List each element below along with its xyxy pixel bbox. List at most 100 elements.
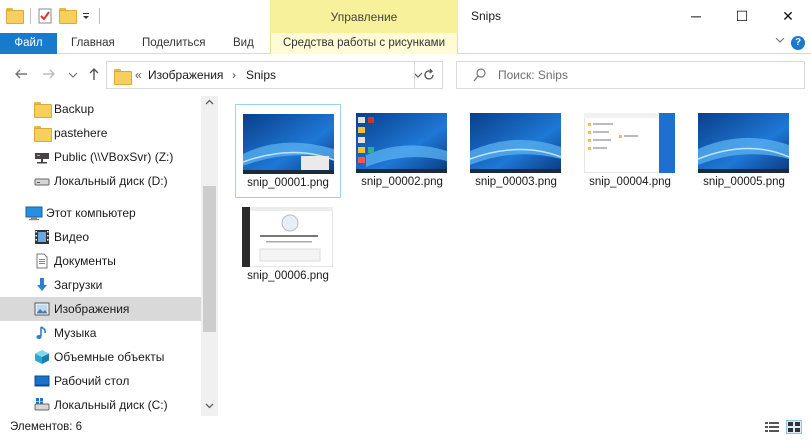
file-list: snip_00001.png snip_00002.png snip_00003…	[219, 96, 811, 416]
details-view-icon[interactable]	[764, 420, 780, 434]
sidebar-item-downloads[interactable]: Загрузки	[0, 273, 201, 297]
file-tile[interactable]: snip_00006.png	[235, 198, 341, 292]
sidebar-item-label: Документы	[54, 254, 116, 268]
sidebar-item-label: Рабочий стол	[54, 374, 130, 388]
sidebar-item-label: Музыка	[54, 326, 97, 340]
file-thumbnail	[242, 207, 333, 267]
documents-icon	[34, 253, 50, 269]
status-bar: Элементов: 6	[0, 416, 811, 440]
help-icon[interactable]: ?	[791, 36, 805, 50]
toolbar-divider	[30, 8, 31, 24]
sidebar-item-label: Видео	[54, 230, 90, 244]
system-drive-icon	[34, 397, 50, 413]
file-name: snip_00003.png	[475, 176, 557, 188]
sidebar-item-documents[interactable]: Документы	[0, 249, 201, 273]
sidebar-item-disk-d[interactable]: Локальный диск (D:)	[0, 169, 201, 193]
sidebar-scrollbar[interactable]	[201, 96, 218, 416]
sidebar-item-video[interactable]: Видео	[0, 225, 201, 249]
sidebar-item-backup[interactable]: Backup	[0, 97, 201, 121]
close-button[interactable]: ✕	[765, 0, 811, 32]
new-folder-icon[interactable]	[59, 8, 77, 24]
downloads-icon	[34, 277, 50, 293]
music-icon	[34, 325, 50, 341]
file-name: snip_00004.png	[589, 176, 671, 188]
forward-arrow-icon[interactable]	[40, 66, 58, 84]
address-bar[interactable]: « Изображения › Snips	[106, 61, 443, 89]
window-title: Snips	[471, 9, 502, 23]
collapse-ribbon-icon[interactable]	[775, 35, 785, 48]
sidebar-item-3d-objects[interactable]: Объемные объекты	[0, 345, 201, 369]
scrollbar-thumb[interactable]	[203, 186, 216, 332]
sidebar-item-music[interactable]: Музыка	[0, 321, 201, 345]
back-arrow-icon[interactable]	[12, 66, 30, 84]
minimize-button[interactable]: ─	[673, 0, 719, 32]
sidebar-item-label: Изображения	[54, 302, 130, 316]
tab-view[interactable]: Вид	[221, 33, 266, 54]
sidebar-item-label: Backup	[54, 102, 95, 116]
file-name: snip_00002.png	[361, 176, 443, 188]
customize-qat-icon[interactable]	[81, 8, 91, 24]
video-icon	[34, 229, 50, 245]
drive-icon	[34, 173, 50, 189]
sidebar-item-label: Объемные объекты	[54, 350, 165, 364]
sidebar-item-label: pastehere	[54, 126, 108, 140]
sidebar-item-pastehere[interactable]: pastehere	[0, 121, 201, 145]
search-icon	[473, 67, 487, 83]
file-name: snip_00005.png	[703, 176, 785, 188]
file-name: snip_00006.png	[247, 270, 329, 282]
scroll-up-icon[interactable]	[201, 96, 218, 113]
pictures-icon	[34, 301, 50, 317]
properties-icon[interactable]	[37, 8, 53, 24]
sidebar-item-this-pc[interactable]: Этот компьютер	[0, 201, 201, 225]
breadcrumb-separator[interactable]: ›	[232, 68, 236, 82]
quick-access-toolbar	[6, 5, 106, 27]
recent-locations-icon[interactable]	[64, 66, 82, 84]
folder-icon	[114, 69, 132, 85]
scroll-down-icon[interactable]	[201, 399, 218, 416]
up-arrow-icon[interactable]	[85, 66, 103, 84]
maximize-button[interactable]: ☐	[719, 0, 765, 32]
file-thumbnail	[243, 114, 334, 174]
breadcrumb-snips[interactable]: Snips	[246, 68, 276, 82]
file-tile[interactable]: snip_00001.png	[235, 104, 341, 198]
sidebar-item-label: Локальный диск (D:)	[54, 174, 168, 188]
file-tile[interactable]: snip_00003.png	[463, 104, 569, 198]
ribbon-tabs: Файл Главная Поделиться Вид Средства раб…	[0, 33, 811, 54]
tab-file[interactable]: Файл	[0, 33, 57, 54]
file-tile[interactable]: snip_00004.png	[577, 104, 683, 198]
file-tile[interactable]: snip_00002.png	[349, 104, 455, 198]
sidebar-item-pictures[interactable]: Изображения	[0, 297, 201, 321]
folder-icon	[34, 102, 52, 118]
file-name: snip_00001.png	[247, 177, 329, 189]
file-tile[interactable]: snip_00005.png	[691, 104, 797, 198]
search-box[interactable]: Поиск: Snips	[456, 61, 805, 89]
file-thumbnail	[698, 113, 789, 173]
file-thumbnail	[584, 113, 675, 173]
breadcrumb-pictures[interactable]: Изображения	[148, 68, 223, 82]
refresh-icon[interactable]	[414, 61, 443, 89]
tab-home[interactable]: Главная	[59, 33, 127, 54]
sidebar-item-desktop[interactable]: Рабочий стол	[0, 369, 201, 393]
tab-picture-tools[interactable]: Средства работы с рисунками	[270, 33, 458, 54]
file-thumbnail	[356, 113, 447, 173]
sidebar-item-disk-c[interactable]: Локальный диск (C:)	[0, 393, 201, 417]
computer-icon	[25, 205, 43, 221]
sidebar-item-label: Этот компьютер	[46, 206, 136, 220]
3d-objects-icon	[34, 349, 50, 365]
network-drive-icon	[34, 149, 50, 165]
toolbar-divider	[99, 8, 100, 24]
sidebar-item-label: Загрузки	[54, 278, 103, 292]
sidebar-item-public-z[interactable]: Public (\\VBoxSvr) (Z:)	[0, 145, 201, 169]
items-count: Элементов: 6	[10, 421, 83, 433]
breadcrumb-overflow[interactable]: «	[135, 68, 142, 82]
folder-icon[interactable]	[6, 8, 24, 24]
folder-icon	[34, 126, 52, 142]
file-thumbnail	[470, 113, 561, 173]
sidebar-item-label: Public (\\VBoxSvr) (Z:)	[54, 150, 174, 164]
large-icons-view-icon[interactable]	[786, 420, 802, 434]
desktop-icon	[34, 373, 50, 389]
sidebar-item-label: Локальный диск (C:)	[54, 398, 168, 412]
tab-manage[interactable]: Управление	[270, 0, 458, 33]
tab-share[interactable]: Поделиться	[130, 33, 218, 54]
navigation-pane: Backup pastehere Public (\\VBoxSvr) (Z:)…	[0, 96, 218, 416]
